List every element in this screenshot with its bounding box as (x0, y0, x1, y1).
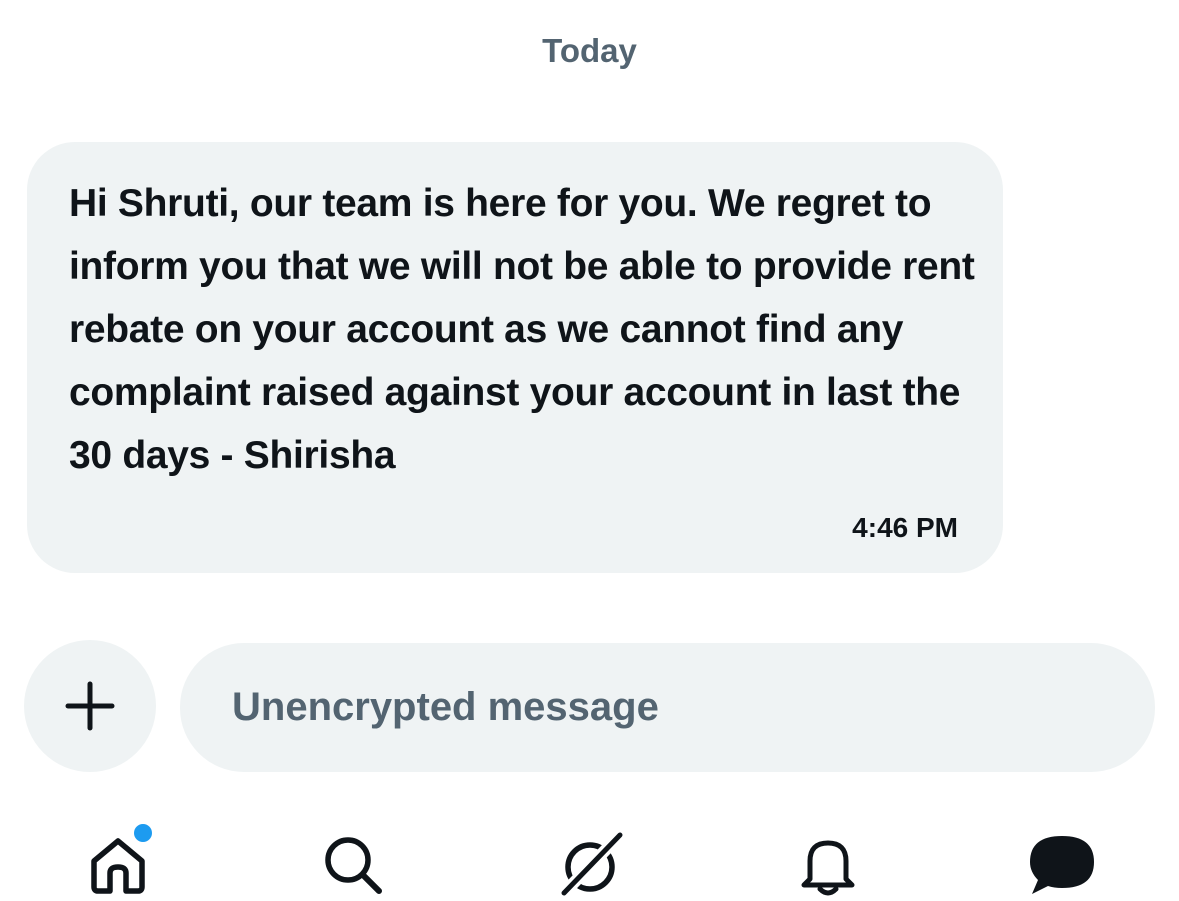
message-bubble[interactable]: Hi Shruti, our team is here for you. We … (27, 142, 1003, 573)
home-badge-dot (132, 822, 154, 844)
message-text: Hi Shruti, our team is here for you. We … (69, 182, 975, 477)
message-timestamp: 4:46 PM (852, 512, 958, 543)
grok-icon (557, 829, 626, 900)
tab-grok[interactable] (550, 829, 630, 900)
tab-search[interactable] (313, 830, 393, 900)
tab-notifications[interactable] (788, 830, 868, 900)
plus-icon (65, 681, 115, 731)
message-composer[interactable] (180, 643, 1155, 772)
bell-icon (801, 840, 855, 896)
date-separator: Today (542, 32, 637, 69)
message-input[interactable] (230, 684, 1155, 731)
search-icon (325, 837, 382, 894)
add-attachment-button[interactable] (24, 640, 156, 772)
bottom-tab-bar (0, 820, 1179, 901)
messages-icon (1030, 836, 1094, 894)
tab-messages[interactable] (1022, 830, 1102, 900)
